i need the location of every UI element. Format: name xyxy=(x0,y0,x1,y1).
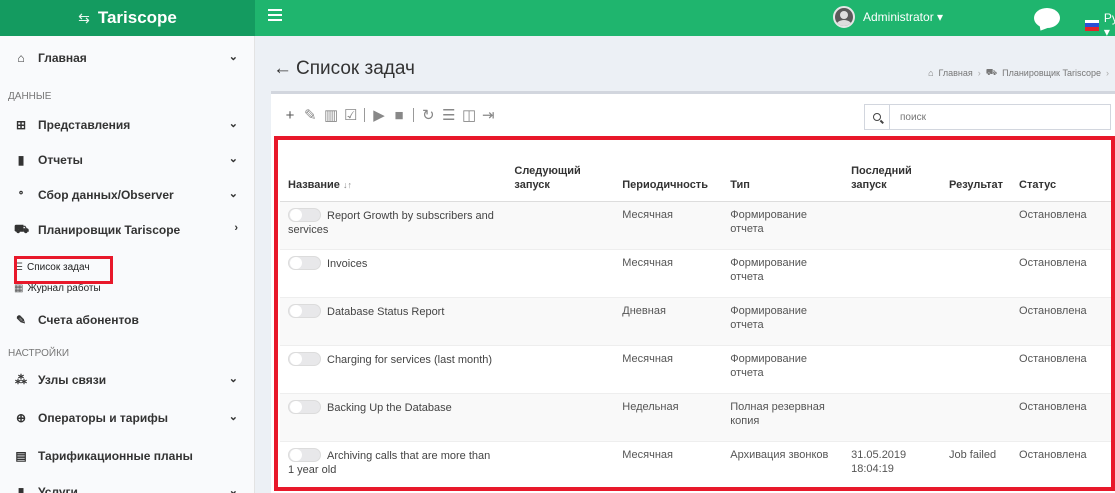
stop-icon[interactable]: ■ xyxy=(393,107,405,124)
language-selector[interactable]: Русский ▾ xyxy=(1085,11,1115,39)
section-header-settings: НАСТРОЙКИ xyxy=(8,348,70,359)
grid-icon: ⊞ xyxy=(15,118,27,132)
sidebar-item-home[interactable]: ⌂ Главная ⌄ xyxy=(0,42,255,74)
chevron-down-icon: ⌄ xyxy=(228,118,238,130)
document-icon: ▮ xyxy=(17,153,25,167)
sidebar-item-label: Представления xyxy=(38,118,131,132)
edit-window-icon[interactable]: ☑ xyxy=(344,106,357,124)
tariscope-logo-icon: ⇆ xyxy=(78,9,90,26)
breadcrumb-separator: › xyxy=(977,68,981,78)
cab-icon: ⛟ xyxy=(14,222,30,236)
sidebar-item-services[interactable]: ▮ Услуги ⌄ xyxy=(0,476,255,493)
menu-toggle-icon[interactable] xyxy=(268,9,282,23)
brand-name: Tariscope xyxy=(97,8,177,27)
breadcrumb-scheduler[interactable]: Планировщик Tariscope xyxy=(1002,68,1101,78)
sidebar-item-label: Узлы связи xyxy=(38,373,107,387)
refresh-icon[interactable]: ↻ xyxy=(422,106,435,124)
sidebar-item-data-collection[interactable]: ᐤ Сбор данных/Observer ⌄ xyxy=(0,179,255,211)
sidebar-item-tariff-plans[interactable]: ▤ Тарификационные планы xyxy=(0,440,255,472)
sidebar-subitem-label: Журнал работы xyxy=(27,283,101,294)
sidebar-subitem-log[interactable]: ▦ Журнал работы xyxy=(14,283,101,294)
brand[interactable]: ⇆ Tariscope xyxy=(0,0,255,36)
user-menu[interactable]: Administrator ▾ xyxy=(833,6,943,28)
top-bar: ⇆ Tariscope Administrator ▾ Русский ▾ xyxy=(0,0,1115,39)
home-icon: ⌂ xyxy=(17,51,25,65)
sidebar-item-label: Отчеты xyxy=(38,153,83,167)
toolbar: + ✎ ▥ ☑ ▶ ■ ↻ ☰ ◫ ⇥ xyxy=(284,106,495,125)
service-icon: ▮ xyxy=(17,485,25,493)
columns-icon[interactable]: ◫ xyxy=(462,106,476,124)
breadcrumb-separator: › xyxy=(1106,68,1109,78)
highlight-box-sidebar xyxy=(14,256,113,284)
sidebar-item-label: Сбор данных/Observer xyxy=(38,188,174,202)
highlight-box-table xyxy=(274,136,1115,491)
edit-icon: ✎ xyxy=(15,313,27,327)
search-box xyxy=(864,104,1111,130)
nodes-icon: ⁂ xyxy=(15,373,27,387)
chevron-down-icon: ⌄ xyxy=(228,373,238,385)
sidebar-item-label: Счета абонентов xyxy=(38,313,139,327)
search-input[interactable] xyxy=(890,105,1110,129)
breadcrumb-home[interactable]: Главная xyxy=(939,68,973,78)
navbar: Administrator ▾ Русский ▾ xyxy=(255,0,1115,39)
toolbar-divider xyxy=(413,108,414,122)
edit-icon[interactable]: ✎ xyxy=(304,106,317,124)
toolbar-divider xyxy=(364,108,365,122)
chevron-down-icon: ⌄ xyxy=(228,485,238,493)
chevron-down-icon: ⌄ xyxy=(228,153,238,165)
play-icon[interactable]: ▶ xyxy=(373,106,385,124)
page-title: ← Список задач xyxy=(273,58,415,80)
log-icon: ▦ xyxy=(14,283,24,294)
chevron-down-icon: ⌄ xyxy=(228,188,238,200)
avatar xyxy=(833,6,855,28)
sidebar-item-label: Главная xyxy=(38,51,87,65)
search-button[interactable] xyxy=(865,105,890,129)
add-icon[interactable]: + xyxy=(284,107,296,124)
chevron-down-icon: ⌄ xyxy=(228,411,238,423)
delete-icon[interactable]: ▥ xyxy=(324,106,338,124)
russia-flag-icon xyxy=(1085,19,1099,31)
language-label: Русский ▾ xyxy=(1103,11,1115,39)
cab-icon: ⛟ xyxy=(985,67,998,77)
home-icon: ⌂ xyxy=(928,68,934,78)
sidebar-item-label: Планировщик Tariscope xyxy=(38,223,181,237)
breadcrumb: ⌂ Главная › ⛟ Планировщик Tariscope › xyxy=(928,67,1109,79)
sidebar-item-scheduler[interactable]: ⛟ Планировщик Tariscope › xyxy=(0,214,255,246)
chevron-right-icon: › xyxy=(234,222,238,234)
chat-icon[interactable] xyxy=(1034,8,1060,28)
back-arrow-icon[interactable]: ← xyxy=(273,58,292,80)
database-icon[interactable]: ☰ xyxy=(442,106,455,124)
chevron-down-icon: ⌄ xyxy=(228,51,238,63)
sidebar-item-label: Услуги xyxy=(38,485,78,493)
sidebar-item-reports[interactable]: ▮ Отчеты ⌄ xyxy=(0,144,255,176)
sidebar-item-label: Тарификационные планы xyxy=(38,449,193,463)
sidebar-item-subscriber-accounts[interactable]: ✎ Счета абонентов xyxy=(0,304,255,336)
globe-icon: ⊕ xyxy=(15,411,27,425)
export-icon[interactable]: ⇥ xyxy=(482,106,495,124)
sidebar-item-label: Операторы и тарифы xyxy=(38,411,168,425)
section-header-data: ДАННЫЕ xyxy=(8,91,52,102)
user-label: Administrator ▾ xyxy=(863,10,944,24)
sidebar-item-views[interactable]: ⊞ Представления ⌄ xyxy=(0,109,255,141)
sidebar-item-operators[interactable]: ⊕ Операторы и тарифы ⌄ xyxy=(0,402,255,434)
antenna-icon: ᐤ xyxy=(18,188,24,202)
sidebar-item-nodes[interactable]: ⁂ Узлы связи ⌄ xyxy=(0,364,255,396)
search-icon xyxy=(873,113,881,121)
list-icon: ▤ xyxy=(15,449,27,463)
page-title-text: Список задач xyxy=(296,58,415,79)
